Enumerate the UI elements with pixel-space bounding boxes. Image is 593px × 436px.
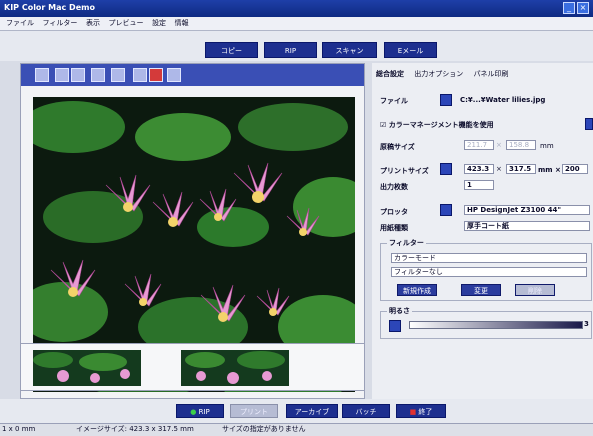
delete-filter-button[interactable]: 削除 [515,284,555,296]
color-management-label: カラーマネージメント機能を使用 [388,121,494,129]
filter-select[interactable]: フィルターなし [391,267,587,277]
email-button[interactable]: Eメール [384,42,437,58]
color-mode-select[interactable]: カラーモード [391,253,587,263]
filter-group-label: フィルター [387,238,426,248]
original-size-label: 原稿サイズ [380,143,415,151]
menu-info[interactable]: 情報 [175,17,189,30]
crop-icon[interactable] [71,68,85,82]
rip-button[interactable]: RIP [264,42,317,58]
zoom-out-icon[interactable] [111,68,125,82]
menu-settings[interactable]: 設定 [152,17,166,30]
brightness-value: 3 [584,320,589,328]
mode-toolbar: コピー RIP スキャン Eメール [0,31,593,61]
new-filter-button[interactable]: 新規作成 [397,284,437,296]
minimize-icon[interactable]: _ [563,2,575,14]
brightness-group: 明るさ 3 [380,306,592,339]
brightness-slider[interactable] [409,321,583,329]
print-width-field[interactable]: 423.3 [464,164,494,174]
rip-run-icon: ● [190,408,197,416]
color-profile-icon[interactable] [585,118,593,130]
exit-label: 終了 [418,408,433,416]
print-height-field[interactable]: 317.5 [506,164,536,174]
plotter-select[interactable]: HP DesignJet Z3100 44" [464,205,590,215]
rip-run-button[interactable]: ● RIP [176,404,224,418]
text-icon[interactable] [133,68,147,82]
menu-view[interactable]: 表示 [86,17,100,30]
copies-field[interactable]: 1 [464,180,494,190]
menu-preview[interactable]: プレビュー [109,17,144,30]
menu-filter[interactable]: フィルター [43,17,78,30]
file-browse-icon[interactable] [440,94,452,106]
color-icon[interactable] [149,68,163,82]
multiply-sign-2: × [496,165,502,173]
menu-bar: ファイル フィルター 表示 プレビュー 設定 情報 [0,17,593,31]
copies-label: 出力枚数 [380,183,408,191]
print-extra-field[interactable]: 200 [562,164,588,174]
preview-toolbar [21,64,364,86]
copy-button[interactable]: コピー [205,42,258,58]
print-size-label: プリントサイズ [380,167,429,175]
tab-panel-print[interactable]: パネル印刷 [473,70,508,78]
thumbnail-strip [20,343,365,391]
close-icon[interactable]: × [577,2,589,14]
title-bar: KIP Color Mac Demo _ × [0,0,593,17]
filter-group: フィルター カラーモード フィルターなし 新規作成 変更 削除 [380,238,592,301]
original-height-field[interactable]: 158.8 [506,140,536,150]
status-bar: 1 x 0 mm イメージサイズ: 423.3 x 317.5 mm サイズの指… [0,423,593,436]
status-message: サイズの指定がありません [222,425,306,433]
tab-output-options[interactable]: 出力オプション [414,70,463,78]
status-coords: 1 x 0 mm [2,425,36,433]
original-width-field[interactable]: 211.7 [464,140,494,150]
media-label: 用紙種類 [380,224,408,232]
print-size-icon[interactable] [440,163,452,175]
action-toolbar: ● RIP プリント アーカイブ バッチ ■ 終了 [0,399,593,423]
color-management-checkbox[interactable]: ☑ カラーマネージメント機能を使用 [380,120,494,130]
batch-button[interactable]: バッチ [342,404,390,418]
print-button[interactable]: プリント [230,404,278,418]
print-unit: mm × [538,166,561,174]
window-title: KIP Color Mac Demo [4,3,95,12]
settings-panel: 総合設定 出力オプション パネル印刷 ファイル C:¥...¥Water lil… [372,63,593,399]
plotter-icon[interactable] [440,204,452,216]
change-filter-button[interactable]: 変更 [461,284,501,296]
exit-button[interactable]: ■ 終了 [396,404,446,418]
menu-file[interactable]: ファイル [6,17,34,30]
original-unit: mm [540,142,554,150]
brightness-label: 明るさ [387,306,412,316]
zoom-in-icon[interactable] [91,68,105,82]
media-select[interactable]: 厚手コート紙 [464,221,590,231]
scan-button[interactable]: スキャン [322,42,377,58]
pointer-icon[interactable] [35,68,49,82]
select-icon[interactable] [55,68,69,82]
multiply-sign: × [496,141,502,149]
file-label: ファイル [380,97,408,105]
image-icon[interactable] [167,68,181,82]
tab-general[interactable]: 総合設定 [376,70,404,78]
file-value: C:¥...¥Water lilies.jpg [460,96,546,104]
thumbnail-2[interactable] [181,350,289,386]
thumbnail-1[interactable] [33,350,141,386]
archive-button[interactable]: アーカイブ [286,404,338,418]
exit-icon: ■ [409,408,417,416]
status-image-size: イメージサイズ: 423.3 x 317.5 mm [76,425,194,433]
rip-run-label: RIP [198,408,210,416]
plotter-label: プロッタ [380,208,408,216]
brightness-icon[interactable] [389,320,401,332]
settings-tabs: 総合設定 出力オプション パネル印刷 [376,69,516,81]
